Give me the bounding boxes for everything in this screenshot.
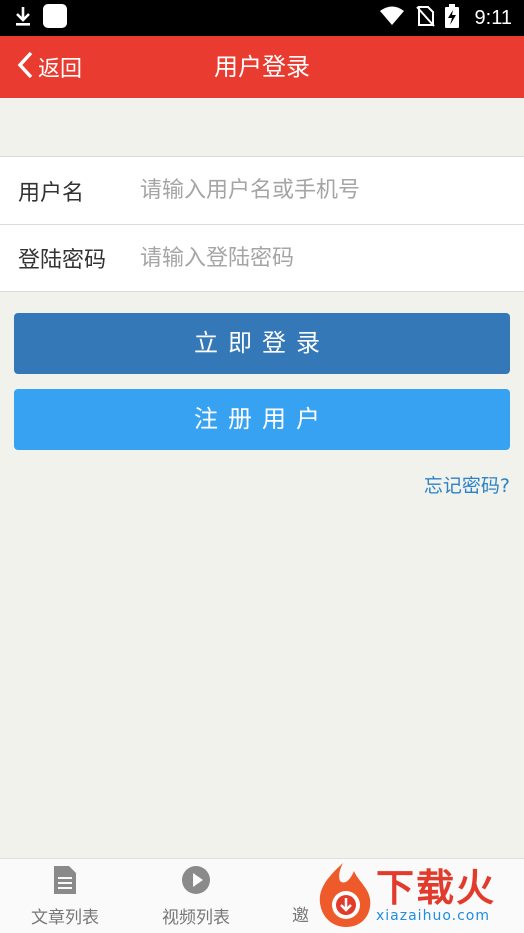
battery-charging-icon bbox=[444, 4, 459, 32]
download-icon bbox=[14, 5, 32, 31]
username-label: 用户名 bbox=[18, 180, 85, 206]
login-button[interactable]: 立即登录 bbox=[14, 313, 510, 374]
watermark-subtitle: xiazaihuo.com bbox=[376, 907, 490, 924]
play-circle-icon bbox=[181, 865, 211, 899]
chevron-left-icon bbox=[16, 50, 34, 84]
watermark-title: 下载火 bbox=[376, 865, 497, 910]
watermark-text: 下载火 xiazaihuo.com bbox=[376, 868, 496, 924]
status-left bbox=[14, 3, 68, 33]
watermark-logo: 下载火 xiazaihuo.com bbox=[310, 858, 524, 933]
no-sim-icon bbox=[415, 5, 435, 31]
wifi-icon bbox=[379, 6, 405, 30]
status-time: 9:11 bbox=[474, 6, 512, 29]
status-right: 9:11 bbox=[379, 4, 512, 32]
nav-label-invite: 邀 bbox=[292, 906, 309, 926]
username-row: 用户名 bbox=[0, 157, 524, 224]
nav-item-articles[interactable]: 文章列表 bbox=[0, 859, 130, 933]
back-button[interactable]: 返回 bbox=[16, 36, 82, 98]
nav-label-videos: 视频列表 bbox=[162, 908, 230, 928]
back-label: 返回 bbox=[38, 57, 83, 82]
forgot-password-link[interactable]: 忘记密码? bbox=[424, 471, 510, 498]
app-header: 返回 用户登录 bbox=[0, 36, 524, 98]
status-bar: 9:11 bbox=[0, 0, 524, 36]
nav-label-articles: 文章列表 bbox=[31, 908, 99, 928]
username-input[interactable] bbox=[140, 157, 524, 224]
password-row: 登陆密码 bbox=[0, 224, 524, 291]
password-input[interactable] bbox=[140, 225, 524, 291]
nav-item-videos[interactable]: 视频列表 bbox=[131, 859, 261, 933]
login-form: 用户名 登陆密码 bbox=[0, 156, 524, 292]
notification-square-icon bbox=[42, 3, 68, 33]
flame-logo-icon bbox=[310, 859, 376, 933]
document-icon bbox=[52, 865, 78, 899]
password-label: 登陆密码 bbox=[18, 248, 107, 273]
register-button[interactable]: 注册用户 bbox=[14, 389, 510, 450]
